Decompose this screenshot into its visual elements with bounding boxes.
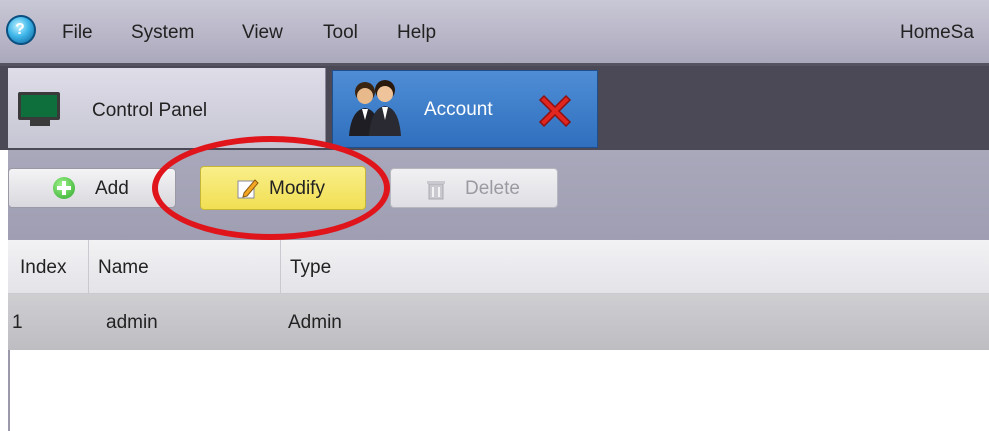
table-row[interactable]: 1 admin Admin	[8, 294, 989, 350]
app-title: HomeSa	[900, 22, 974, 43]
add-button-label: Add	[95, 178, 129, 199]
table-header: Index Name Type	[8, 240, 989, 294]
menu-view[interactable]: View	[242, 22, 283, 44]
column-header-name[interactable]: Name	[98, 257, 149, 279]
monitor-stand	[30, 120, 50, 126]
delete-button-label: Delete	[465, 178, 520, 199]
menu-help[interactable]: Help	[397, 22, 436, 44]
menu-file[interactable]: File	[62, 22, 93, 44]
add-button[interactable]: Add	[8, 168, 176, 208]
tab-control-panel-label[interactable]: Control Panel	[92, 100, 207, 122]
column-header-type[interactable]: Type	[290, 257, 331, 279]
users-icon	[349, 80, 401, 136]
cell-index: 1	[12, 312, 23, 333]
tab-account-label[interactable]: Account	[424, 99, 493, 121]
highlight-circle	[152, 136, 390, 240]
plus-icon	[53, 177, 75, 199]
column-divider[interactable]	[280, 240, 281, 294]
cell-name: admin	[106, 312, 158, 333]
column-divider[interactable]	[88, 240, 89, 294]
cell-type: Admin	[288, 312, 342, 333]
column-header-index[interactable]: Index	[20, 257, 66, 279]
trash-icon	[427, 181, 445, 200]
delete-button[interactable]: Delete	[390, 168, 558, 208]
app-logo-icon[interactable]: ?	[6, 15, 36, 45]
close-tab-icon[interactable]	[534, 90, 576, 132]
table-left-border	[8, 350, 10, 431]
menu-system[interactable]: System	[131, 22, 194, 44]
menu-tool[interactable]: Tool	[323, 22, 358, 44]
monitor-icon	[18, 92, 60, 120]
